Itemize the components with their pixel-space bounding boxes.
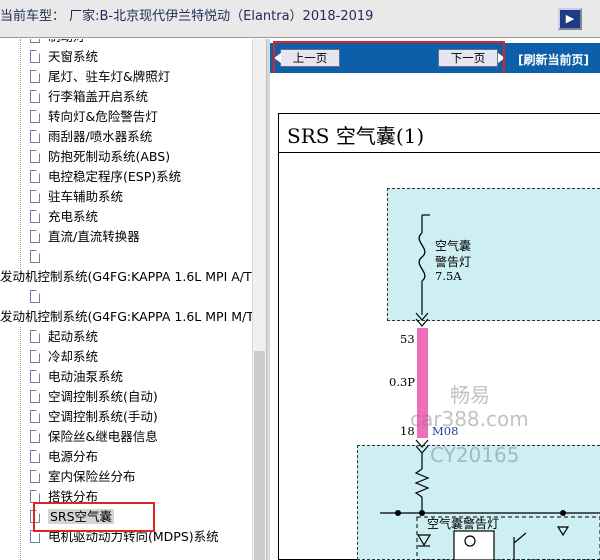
tree-item-label: 驻车辅助系统 (48, 189, 124, 204)
document-icon (30, 350, 40, 363)
tree-item[interactable]: 驻车辅助系统 (30, 187, 123, 207)
tree-item[interactable]: 空调控制系统(手动) (30, 407, 158, 427)
warning-lamp-label: 空气囊警告灯 (427, 517, 500, 531)
tree-item-label: 电动油泵系统 (48, 369, 124, 384)
tree-folder[interactable]: 发动机控制系统(G4FG:KAPPA 1.6L MPI M/T (0, 307, 252, 327)
fuse-name: 空气囊 (435, 239, 472, 253)
document-icon (30, 130, 40, 143)
tree-item-label: 直流/直流转换器 (48, 229, 140, 244)
tree-guide-line (20, 327, 21, 560)
tree-item-label: 空调控制系统(自动) (48, 389, 158, 404)
title-bar: 当前车型： 厂家:B-北京现代伊兰特悦动（Elantra）2018-2019 ▶ (0, 0, 600, 38)
annotation-nav-highlight (273, 41, 505, 75)
document-icon (30, 290, 40, 303)
tree-item[interactable]: 电源分布 (30, 447, 98, 467)
tree-item[interactable]: 充电系统 (30, 207, 98, 227)
watermark-site: car388.com (410, 407, 529, 431)
tree-item[interactable]: 空调控制系统(自动) (30, 387, 158, 407)
document-icon (30, 230, 40, 243)
tree-scrollbar-thumb[interactable] (254, 351, 265, 560)
document-icon (30, 430, 40, 443)
document-icon (30, 470, 40, 483)
fuse-rating: 7.5A (435, 269, 462, 283)
document-icon (30, 370, 40, 383)
watermark-brand: 畅易 (450, 383, 490, 407)
tree-guide-line (20, 39, 21, 279)
transistor-lead (513, 532, 527, 544)
tree-item[interactable]: 直流/直流转换器 (30, 227, 140, 247)
tree-item-label: 保险丝&继电器信息 (48, 429, 158, 444)
airbag-lamp-icon (453, 530, 495, 560)
tree-item-label: 室内保险丝分布 (48, 469, 136, 484)
tree-item-label: 发动机控制系统(G4FG:KAPPA 1.6L MPI M/T (0, 309, 252, 324)
tree-item-label: 起动系统 (48, 329, 99, 344)
tree-item[interactable]: 制动灯 (30, 39, 86, 47)
tree-item[interactable]: 行李箱盖开启系统 (30, 87, 148, 107)
tree-item-label: 空调控制系统(手动) (48, 409, 158, 424)
tree-item-label: 尾灯、驻车灯&牌照灯 (48, 69, 171, 84)
tree-item[interactable]: 雨刮器/喷水器系统 (30, 127, 152, 147)
tree-item[interactable]: 起动系统 (30, 327, 98, 347)
document-icon (30, 70, 40, 83)
junction-dot (419, 510, 425, 516)
tree-item-label: 雨刮器/喷水器系统 (48, 129, 153, 144)
tree-item-label: 电控稳定程序(ESP)系统 (48, 169, 182, 184)
junction-dot (395, 510, 401, 516)
tree-item-label: 制动灯 (48, 39, 86, 44)
panel-toggle-button[interactable]: ▶ (558, 8, 582, 30)
tree-item[interactable]: 电控稳定程序(ESP)系统 (30, 167, 181, 187)
tree-item-label: 电源分布 (48, 449, 99, 464)
tree-item-label: 充电系统 (48, 209, 99, 224)
document-icon (30, 150, 40, 163)
document-icon (30, 39, 40, 43)
tree-item[interactable] (30, 287, 48, 307)
tree-item[interactable] (30, 247, 48, 267)
tree-item[interactable]: 保险丝&继电器信息 (30, 427, 158, 447)
tree-folder[interactable]: 发动机控制系统(G4FG:KAPPA 1.6L MPI A/T (0, 267, 252, 287)
led-icon (416, 534, 432, 547)
tree-scrollbar[interactable] (252, 39, 266, 560)
diode-icon (556, 526, 570, 537)
junction-dot (560, 510, 566, 516)
watermark-id: CY20165 (430, 443, 520, 467)
document-icon (30, 170, 40, 183)
fuse-name-line2: 警告灯 (435, 255, 472, 269)
tree-item[interactable]: 冷却系统 (30, 347, 98, 367)
tree-item[interactable]: 转向灯&危险警告灯 (30, 107, 158, 127)
document-icon (30, 250, 40, 263)
fuse-icon (418, 232, 426, 282)
diagram-viewer: SRS 空气囊(1) 空气囊 警告灯 7.5A 53 0.3P 18 M08 空… (270, 73, 600, 560)
tree-item-label: 冷却系统 (48, 349, 99, 364)
refresh-page-link[interactable]: [刷新当前页] (518, 51, 589, 68)
tree-item-label: 天窗系统 (48, 49, 99, 64)
diagram-svg (380, 214, 600, 560)
vehicle-title: 当前车型： 厂家:B-北京现代伊兰特悦动（Elantra）2018-2019 (0, 9, 374, 24)
document-icon (30, 190, 40, 203)
tree-item[interactable]: 尾灯、驻车灯&牌照灯 (30, 67, 170, 87)
document-icon (30, 450, 40, 463)
annotation-selected-highlight (33, 502, 155, 532)
panel-toggle-icon: ▶ (565, 12, 575, 25)
document-icon (30, 90, 40, 103)
document-icon (30, 110, 40, 123)
document-icon (30, 410, 40, 423)
document-icon (30, 390, 40, 403)
tree-item-label: 转向灯&危险警告灯 (48, 109, 158, 124)
wire-spec: 0.3P (389, 375, 416, 389)
tree-item[interactable]: 电动油泵系统 (30, 367, 123, 387)
tree-item-label: 发动机控制系统(G4FG:KAPPA 1.6L MPI A/T (0, 269, 252, 284)
tree-item[interactable]: 室内保险丝分布 (30, 467, 136, 487)
pin-number-top: 53 (400, 332, 415, 346)
document-icon (30, 50, 40, 63)
document-icon (30, 330, 40, 343)
document-icon (30, 210, 40, 223)
tree-item-label: 防抱死制动系统(ABS) (48, 149, 171, 164)
connector-bottom-icon (415, 439, 429, 454)
tree-item[interactable]: 防抱死制动系统(ABS) (30, 147, 170, 167)
tree-item-label: 行李箱盖开启系统 (48, 89, 149, 104)
resistor-icon (414, 468, 430, 498)
system-tree: 制动灯天窗系统尾灯、驻车灯&牌照灯行李箱盖开启系统转向灯&危险警告灯雨刮器/喷水… (0, 39, 252, 560)
tree-item[interactable]: 天窗系统 (30, 47, 98, 67)
